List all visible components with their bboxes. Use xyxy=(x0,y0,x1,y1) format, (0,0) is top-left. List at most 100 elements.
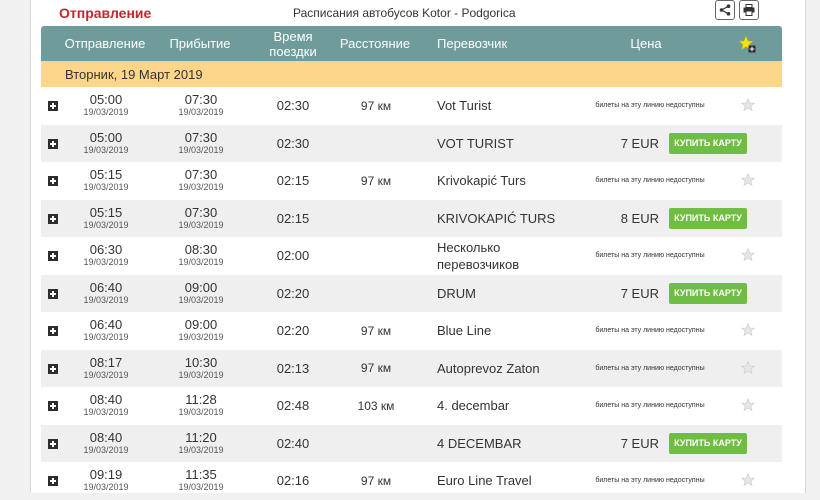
expand-row-plus-icon[interactable] xyxy=(48,213,58,224)
expand-row-plus-icon[interactable] xyxy=(48,363,58,374)
arrival-date: 19/03/2019 xyxy=(178,482,224,493)
departure-time: 05:15 xyxy=(89,167,123,183)
arrival-date: 19/03/2019 xyxy=(178,257,224,268)
star-icon[interactable] xyxy=(741,398,755,412)
print-button[interactable] xyxy=(739,0,759,20)
arrival-time: 09:00 xyxy=(184,279,218,295)
distance-cell xyxy=(346,237,406,275)
expand-row-plus-icon[interactable] xyxy=(48,326,58,336)
departure-time: 08:17 xyxy=(89,354,123,370)
table-row[interactable]: 06:40 19/03/2019 09:00 19/03/2019 02:20 97 км… xyxy=(41,312,782,350)
star-icon[interactable] xyxy=(741,173,755,187)
top-bar: Отправление Расписания автобусов Kotor -… xyxy=(31,0,805,26)
departure-date: 19/03/2019 xyxy=(83,144,129,155)
expand-row-plus-icon[interactable] xyxy=(48,438,58,449)
schedule-panel: Отправление Расписания автобусов Kotor -… xyxy=(30,0,806,493)
departure-cell: 06:30 19/03/2019 xyxy=(78,237,134,275)
carrier-cell: Blue Line xyxy=(437,323,492,339)
arrival-cell: 11:20 19/03/2019 xyxy=(173,425,229,463)
carrier-cell: KRIVOKAPIĆ TURS xyxy=(437,210,556,226)
buy-ticket-button[interactable]: КУПИТЬ КАРТУ xyxy=(669,432,747,454)
arrival-time: 11:20 xyxy=(185,429,217,445)
departure-cell: 05:00 19/03/2019 xyxy=(78,87,134,125)
departure-date: 19/03/2019 xyxy=(83,369,129,380)
table-row[interactable]: 08:40 19/03/2019 11:28 19/03/2019 02:48 103 к… xyxy=(41,387,782,425)
date-header: Вторник, 19 Март 2019 xyxy=(41,61,782,87)
arrival-time: 11:35 xyxy=(185,467,217,483)
col-carrier[interactable]: Перевозчик xyxy=(423,26,537,61)
table-row[interactable]: 06:40 19/03/2019 09:00 19/03/2019 02:20 DRUM 7… xyxy=(41,274,782,313)
arrival-date: 19/03/2019 xyxy=(178,332,224,343)
departure-time: 09:19 xyxy=(89,467,123,483)
departure-time: 05:15 xyxy=(89,204,123,220)
col-arrival[interactable]: Прибытие xyxy=(159,26,241,61)
table-row[interactable]: 05:00 19/03/2019 07:30 19/03/2019 02:30 97 км… xyxy=(41,87,782,125)
arrival-date: 19/03/2019 xyxy=(178,219,224,230)
share-button[interactable] xyxy=(715,0,735,20)
departure-cell: 06:40 19/03/2019 xyxy=(78,312,134,350)
duration-cell: 02:16 xyxy=(276,473,310,489)
departure-date: 19/03/2019 xyxy=(83,407,129,418)
table-row[interactable]: 08:17 19/03/2019 10:30 19/03/2019 02:13 97 км… xyxy=(41,349,782,387)
expand-row-plus-icon[interactable] xyxy=(48,251,58,261)
carrier-cell: Autoprevoz Zaton xyxy=(437,360,540,376)
table-row[interactable]: 09:19 19/03/2019 11:35 19/03/2019 02:16 97 км… xyxy=(41,462,782,500)
arrival-date: 19/03/2019 xyxy=(178,407,224,418)
favorites-button[interactable] xyxy=(735,26,759,61)
duration-cell: 02:40 xyxy=(276,435,310,451)
col-departure[interactable]: Отправление xyxy=(57,26,153,61)
departure-time: 06:30 xyxy=(89,242,123,258)
col-duration[interactable]: Время поездки xyxy=(263,26,323,61)
star-icon[interactable] xyxy=(741,360,755,375)
arrival-cell: 07:30 19/03/2019 xyxy=(173,162,229,200)
arrival-cell: 11:28 19/03/2019 xyxy=(173,387,229,425)
expand-row-plus-icon[interactable] xyxy=(48,476,58,486)
arrival-cell: 07:30 19/03/2019 xyxy=(173,200,229,238)
departure-heading: Отправление xyxy=(59,5,152,21)
carrier-cell: Несколько перевозчиков xyxy=(437,239,520,272)
table-row[interactable]: 08:40 19/03/2019 11:20 19/03/2019 02:40 4 DEC… xyxy=(41,424,782,463)
arrival-date: 19/03/2019 xyxy=(178,144,224,155)
unavailable-note: билеты на эту линию недоступны xyxy=(595,477,705,485)
buy-ticket-button[interactable]: КУПИТЬ КАРТУ xyxy=(669,132,747,154)
expand-row-plus-icon[interactable] xyxy=(48,176,58,186)
col-distance[interactable]: Расстояние xyxy=(333,26,417,61)
distance-cell xyxy=(346,425,406,463)
departure-time: 08:40 xyxy=(89,429,123,445)
arrival-time: 11:28 xyxy=(185,392,217,408)
star-icon[interactable] xyxy=(741,473,755,487)
departure-time: 06:40 xyxy=(89,279,123,295)
distance-cell xyxy=(346,200,406,238)
expand-row-plus-icon[interactable] xyxy=(48,138,58,149)
unavailable-note: билеты на эту линию недоступны xyxy=(595,402,705,410)
star-icon[interactable] xyxy=(741,98,755,112)
table-row[interactable]: 05:00 19/03/2019 07:30 19/03/2019 02:30 VOT T… xyxy=(41,124,782,162)
departure-time: 06:40 xyxy=(89,317,123,333)
expand-row-plus-icon[interactable] xyxy=(48,401,58,411)
distance-cell: 97 км xyxy=(360,98,392,113)
departure-cell: 05:15 19/03/2019 xyxy=(78,162,134,200)
star-add-icon xyxy=(738,34,756,52)
table-row[interactable]: 05:15 19/03/2019 07:30 19/03/2019 02:15 KRIVO… xyxy=(41,199,782,238)
arrival-date: 19/03/2019 xyxy=(178,107,224,118)
departure-date: 19/03/2019 xyxy=(83,444,129,455)
buy-ticket-button[interactable]: КУПИТЬ КАРТУ xyxy=(669,207,747,229)
star-icon[interactable] xyxy=(741,323,755,337)
schedule-table: Отправление Прибытие Время поездки Расст… xyxy=(41,26,782,500)
unavailable-note: билеты на эту линию недоступны xyxy=(595,102,705,110)
star-icon[interactable] xyxy=(741,248,755,262)
distance-cell: 97 км xyxy=(360,323,392,338)
duration-cell: 02:13 xyxy=(276,360,310,376)
expand-row-plus-icon[interactable] xyxy=(48,101,58,111)
departure-cell: 06:40 19/03/2019 xyxy=(78,275,134,313)
col-price[interactable]: Цена xyxy=(601,26,691,61)
distance-cell: 103 км xyxy=(357,398,395,413)
table-row[interactable]: 06:30 19/03/2019 08:30 19/03/2019 02:00 Неско… xyxy=(41,237,782,275)
expand-row-plus-icon[interactable] xyxy=(48,288,58,299)
arrival-time: 10:30 xyxy=(184,354,218,370)
departure-cell: 08:40 19/03/2019 xyxy=(78,387,134,425)
unavailable-note: билеты на эту линию недоступны xyxy=(595,327,705,335)
table-row[interactable]: 05:15 19/03/2019 07:30 19/03/2019 02:15 97 км… xyxy=(41,162,782,200)
buy-ticket-button[interactable]: КУПИТЬ КАРТУ xyxy=(669,282,747,304)
departure-time: 05:00 xyxy=(89,92,123,108)
